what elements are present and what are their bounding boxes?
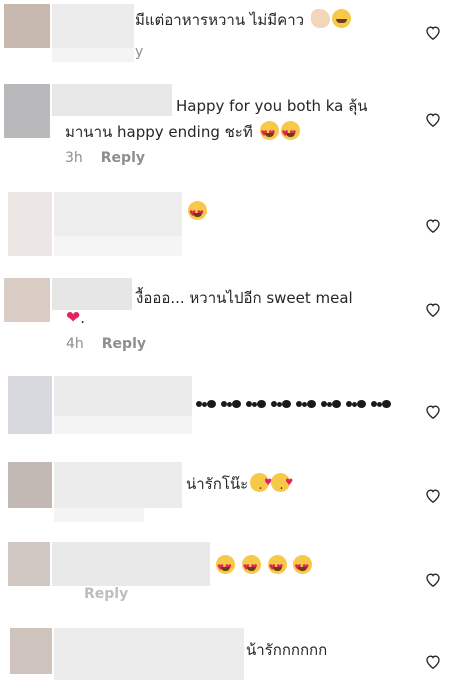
pixelated-username <box>52 542 210 586</box>
pixelated-username <box>54 192 182 236</box>
comment-text-line2: มานาน happy ending ชะที <box>65 120 300 146</box>
comment-text-line1: Happy for you both ka ลุ้น <box>176 97 368 115</box>
comment-text-line1: งื้อออ... หวานไปอีก sweet meal <box>136 289 353 307</box>
comment-1: มีแต่อาหารหวาน ไม่มีคาว y <box>0 0 459 70</box>
pixelated-avatar <box>8 462 52 508</box>
heart-eyes-icon <box>216 555 235 580</box>
ant-icon <box>371 397 393 411</box>
heart-eyes-icon <box>259 121 279 146</box>
ant-icon <box>346 397 368 411</box>
ant-icon <box>296 397 318 411</box>
timestamp: 4h <box>66 336 84 352</box>
heart-eyes-icon <box>188 201 207 226</box>
pixelated-avatar <box>4 84 50 138</box>
comment-8: น้ารักกกกกก <box>0 622 459 696</box>
comment-2: Happy for you both ka ลุ้น มานาน happy e… <box>0 82 459 178</box>
comment-3 <box>0 188 459 260</box>
comment-4: งื้อออ... หวานไปอีก sweet meal ❤. 4h Repl… <box>0 272 459 364</box>
clapping-hands-icon <box>310 9 330 28</box>
like-heart-icon[interactable] <box>425 572 441 588</box>
comment-meta: 3h Reply <box>65 150 145 166</box>
grinning-face-icon <box>331 9 351 28</box>
comment-text <box>214 554 313 580</box>
reply-button[interactable]: Reply <box>84 586 128 602</box>
pixelated-block <box>54 508 144 522</box>
pixelated-username <box>52 4 134 48</box>
pixelated-username <box>54 628 244 680</box>
pixelated-block <box>52 48 134 62</box>
pixelated-block <box>54 416 192 434</box>
like-heart-icon[interactable] <box>425 112 441 128</box>
timestamp: 3h <box>65 150 83 166</box>
reply-button[interactable]: Reply <box>101 150 145 166</box>
like-heart-icon[interactable] <box>425 25 441 41</box>
comment-5 <box>0 372 459 442</box>
pixelated-username <box>54 462 182 508</box>
ant-icon <box>221 397 243 411</box>
like-heart-icon[interactable] <box>425 218 441 234</box>
comment-6: น่ารักโน๊ะ <box>0 456 459 528</box>
red-heart-icon: ❤ <box>66 308 81 328</box>
pixelated-avatar <box>8 376 52 434</box>
pixelated-username <box>52 84 172 116</box>
pixelated-block <box>54 236 182 256</box>
like-heart-icon[interactable] <box>425 488 441 504</box>
comment-text-line2: ❤. <box>66 308 86 328</box>
pixelated-avatar <box>8 542 50 586</box>
heart-eyes-icon <box>241 555 261 580</box>
pixelated-avatar <box>4 4 50 48</box>
ant-icon <box>246 397 268 411</box>
pixelated-username <box>54 376 192 416</box>
ant-icon <box>271 397 293 411</box>
comment-text: น้ารักกกกกก <box>246 641 328 659</box>
like-heart-icon[interactable] <box>425 404 441 420</box>
comment-meta: Reply <box>66 586 128 602</box>
ant-icon <box>321 397 343 411</box>
pixelated-username <box>52 278 132 310</box>
comment-meta: y <box>135 44 143 60</box>
face-blowing-kiss-icon <box>250 471 272 501</box>
comment-text <box>186 200 207 226</box>
reply-button[interactable]: y <box>135 44 143 60</box>
heart-eyes-icon <box>280 121 300 146</box>
comment-7: Reply <box>0 538 459 608</box>
face-blowing-kiss-icon <box>271 471 293 501</box>
comment-text: มีแต่อาหารหวาน ไม่มีคาว <box>135 8 351 32</box>
reply-button[interactable]: Reply <box>102 336 146 352</box>
like-heart-icon[interactable] <box>425 302 441 318</box>
ant-icon <box>196 397 218 411</box>
comment-text: น่ารักโน๊ะ <box>186 471 293 501</box>
pixelated-avatar <box>10 628 52 674</box>
pixelated-avatar <box>4 278 50 322</box>
like-heart-icon[interactable] <box>425 654 441 670</box>
comment-meta: 4h Reply <box>66 336 146 352</box>
heart-eyes-icon <box>293 555 313 580</box>
heart-eyes-icon <box>267 555 287 580</box>
pixelated-avatar <box>8 192 52 256</box>
comment-text <box>196 392 396 416</box>
